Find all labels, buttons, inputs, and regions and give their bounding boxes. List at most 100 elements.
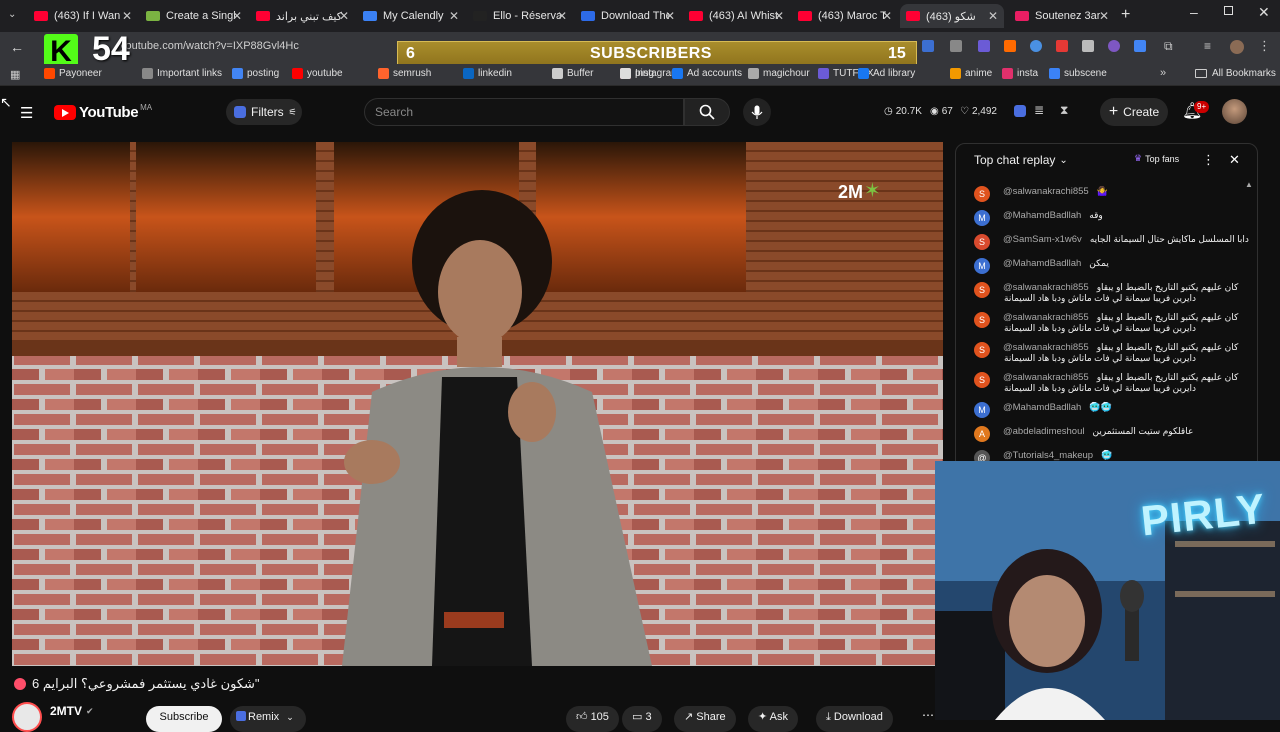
voice-search-button[interactable] — [743, 98, 771, 126]
bookmark-item[interactable]: Buffer — [552, 68, 594, 79]
search-input[interactable]: Search — [364, 98, 684, 126]
chat-message[interactable]: M @MahamdBadllah 🥶🥶 — [974, 402, 1112, 418]
chat-message[interactable]: S @salwanakrachi855 كان عليهم يكتبو التاري… — [974, 342, 1238, 363]
chat-close-icon[interactable]: ✕ — [1229, 152, 1240, 168]
tab-close-icon[interactable]: ✕ — [774, 9, 784, 23]
tab-close-icon[interactable]: ✕ — [665, 9, 675, 23]
apps-grid-icon[interactable]: ▦ — [10, 68, 20, 81]
chat-message[interactable]: S @salwanakrachi855 كان عليهم يكتبو التاري… — [974, 312, 1238, 333]
youtube-logo[interactable]: YouTube MA — [54, 103, 152, 121]
chat-author-name[interactable]: @salwanakrachi855 — [1003, 372, 1089, 383]
bookmark-item[interactable]: subscene — [1049, 68, 1107, 79]
browser-tab[interactable]: Ello - Réservat ✕ — [467, 4, 573, 28]
chat-author-avatar[interactable]: S — [974, 342, 990, 358]
tab-close-icon[interactable]: ✕ — [339, 9, 349, 23]
url-field[interactable]: youtube.com/watch?v=IXP88Gvl4Hc — [120, 40, 299, 52]
bookmark-item[interactable]: insta — [1002, 68, 1038, 79]
filters-button[interactable]: Filters ⚟ — [226, 99, 302, 125]
extension-icon[interactable] — [1056, 40, 1068, 52]
chat-mode-selector[interactable]: Top chat replay ⌄ — [974, 153, 1068, 167]
chat-message[interactable]: M @MahamdBadllah يمكن — [974, 258, 1109, 274]
chat-message[interactable]: S @SamSam-x1w6v دابا المسلسل ماكايش حتال ا… — [974, 234, 1249, 250]
bookmark-item[interactable]: Ad accounts — [672, 68, 742, 79]
extension-icon[interactable] — [1030, 40, 1042, 52]
extension-icon[interactable] — [1108, 40, 1120, 52]
chat-author-name[interactable]: @salwanakrachi855 — [1003, 312, 1089, 323]
extension-icon[interactable] — [1014, 105, 1026, 117]
bookmark-item[interactable]: linkedin — [463, 68, 512, 79]
chat-author-avatar[interactable]: M — [974, 210, 990, 226]
extensions-puzzle-icon[interactable]: ⧉ — [1164, 39, 1173, 54]
media-control-icon[interactable]: ≡ — [1204, 39, 1211, 53]
list-icon[interactable]: ≣ — [1034, 103, 1044, 117]
bookmark-item[interactable]: Ad library — [858, 68, 915, 79]
chat-author-avatar[interactable]: S — [974, 312, 990, 328]
chat-author-avatar[interactable]: M — [974, 258, 990, 274]
chat-author-avatar[interactable]: S — [974, 372, 990, 388]
tab-close-icon[interactable]: ✕ — [449, 9, 459, 23]
chat-author-name[interactable]: @MahamdBadllah — [1003, 402, 1081, 413]
close-window-icon[interactable]: ✕ — [1258, 4, 1270, 21]
remix-button[interactable]: Remix ⌄ — [230, 706, 306, 732]
video-player[interactable]: 2M ✶ — [12, 142, 943, 666]
tab-close-icon[interactable]: ✕ — [122, 9, 132, 23]
browser-tab[interactable]: Soutenez 3ar ✕ — [1009, 4, 1115, 28]
chat-message[interactable]: M @MahamdBadllah وقه — [974, 210, 1103, 226]
tab-close-icon[interactable]: ✕ — [232, 9, 242, 23]
chat-author-name[interactable]: @salwanakrachi855 — [1003, 282, 1089, 293]
chat-author-name[interactable]: @MahamdBadllah — [1003, 258, 1081, 269]
share-button[interactable]: ↗ Share — [674, 706, 736, 732]
chat-author-name[interactable]: @Tutorials4_makeup — [1003, 450, 1093, 461]
tab-close-icon[interactable]: ✕ — [557, 9, 567, 23]
restore-icon[interactable] — [1224, 6, 1233, 15]
chat-scroll-up-icon[interactable]: ▲ — [1245, 180, 1253, 189]
chat-message[interactable]: S @salwanakrachi855 🤷‍♀️ — [974, 186, 1108, 202]
channel-name[interactable]: 2MTV — [50, 704, 82, 718]
chat-message[interactable]: S @salwanakrachi855 كان عليهم يكتبو التاري… — [974, 372, 1238, 393]
hourglass-icon[interactable]: ⧗ — [1060, 103, 1068, 118]
bookmark-item[interactable]: Payoneer — [44, 68, 102, 79]
bookmark-item[interactable]: magichour — [748, 68, 810, 79]
browser-tab[interactable]: (463) Maroc T ✕ — [792, 4, 898, 28]
top-fans-button[interactable]: ♛ Top fans — [1134, 153, 1179, 164]
browser-tab[interactable]: Create a Singl ✕ — [140, 4, 248, 28]
browser-tab[interactable]: (463) شكو ✕ — [900, 4, 1004, 28]
profile-icon[interactable] — [1230, 40, 1244, 54]
download-button[interactable]: ⤓ Download — [816, 706, 893, 732]
all-bookmarks-link[interactable]: All Bookmarks — [1212, 68, 1276, 79]
tab-close-icon[interactable]: ✕ — [1099, 9, 1109, 23]
chat-message[interactable]: S @salwanakrachi855 كان عليهم يكتبو التاري… — [974, 282, 1238, 303]
browser-tab[interactable]: My Calendly ✕ — [357, 4, 465, 28]
new-tab-icon[interactable]: + — [1121, 6, 1130, 24]
chat-message[interactable]: A @abdeladimeshoul عاقلكوم ستيت المستثمرين — [974, 426, 1193, 442]
extension-icon[interactable] — [978, 40, 990, 52]
bookmark-item[interactable]: anime — [950, 68, 992, 79]
extension-icon[interactable] — [1134, 40, 1146, 52]
create-button[interactable]: + Create — [1100, 98, 1168, 126]
subscribe-button[interactable]: Subscribe — [146, 706, 222, 732]
bookmarks-overflow-icon[interactable]: » — [1160, 67, 1166, 79]
account-avatar[interactable] — [1222, 99, 1247, 124]
browser-tab[interactable]: (463) If I Wan ✕ — [28, 4, 138, 28]
bookmark-item[interactable]: Important links — [142, 68, 222, 79]
bookmark-item[interactable]: ping — [620, 68, 654, 79]
chat-author-name[interactable]: @salwanakrachi855 — [1003, 186, 1089, 197]
extension-icon[interactable] — [950, 40, 962, 52]
like-button[interactable]: 👍︎ 105 — [566, 706, 619, 732]
browser-tab[interactable]: كيف تبني براند ✕ — [250, 4, 355, 28]
extension-icon[interactable] — [1082, 40, 1094, 52]
chat-author-avatar[interactable]: S — [974, 234, 990, 250]
browser-menu-icon[interactable]: ⋮ — [1258, 38, 1271, 54]
chat-author-name[interactable]: @SamSam-x1w6v — [1003, 234, 1082, 245]
channel-avatar[interactable] — [12, 702, 42, 732]
chat-menu-icon[interactable]: ⋮ — [1202, 152, 1215, 168]
chat-author-avatar[interactable]: S — [974, 282, 990, 298]
browser-tab[interactable]: (463) AI Whist ✕ — [683, 4, 790, 28]
chat-author-avatar[interactable]: M — [974, 402, 990, 418]
chat-author-name[interactable]: @MahamdBadllah — [1003, 210, 1081, 221]
chat-author-name[interactable]: @abdeladimeshoul — [1003, 426, 1084, 437]
bookmark-item[interactable]: youtube — [292, 68, 343, 79]
browser-tab[interactable]: Download The ✕ — [575, 4, 681, 28]
ask-button[interactable]: ✦ Ask — [748, 706, 799, 732]
extension-icon[interactable] — [922, 40, 934, 52]
